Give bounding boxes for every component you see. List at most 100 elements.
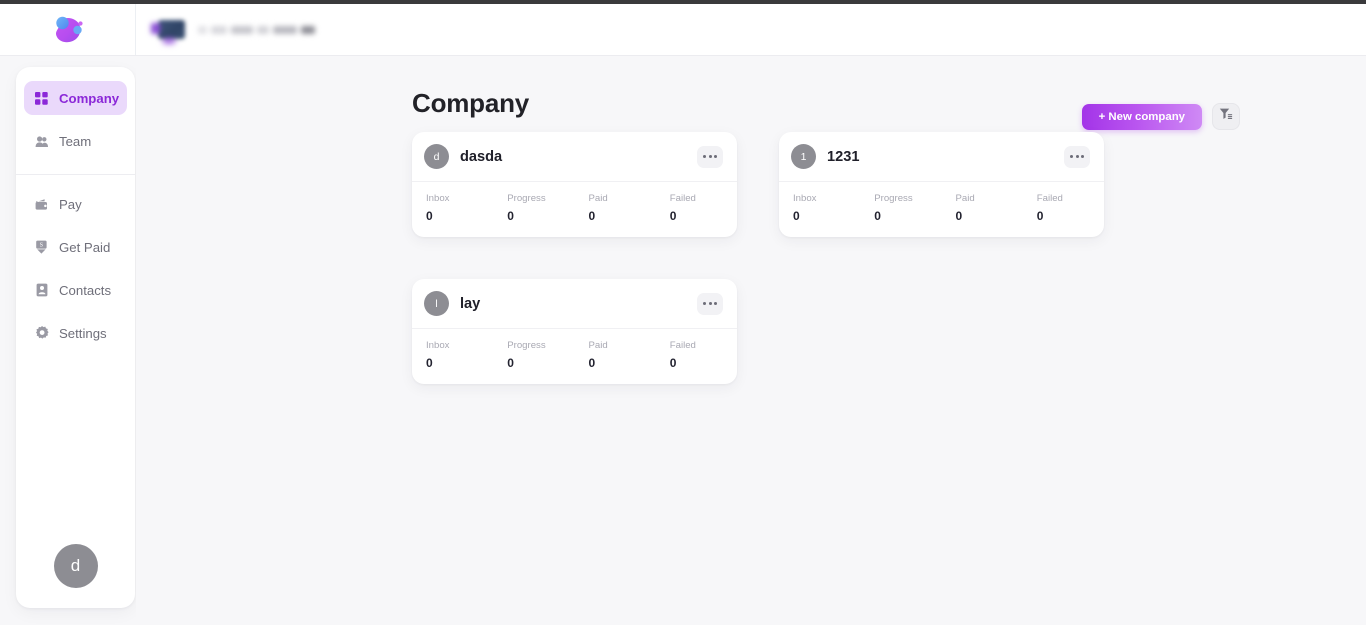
company-card-menu-button[interactable] bbox=[697, 145, 723, 168]
stat-paid: Paid 0 bbox=[942, 193, 1023, 223]
ellipsis-icon bbox=[708, 155, 712, 158]
stat-value: 0 bbox=[426, 209, 433, 223]
new-company-button[interactable]: + New company bbox=[1081, 103, 1202, 130]
company-stats: Inbox 0 Progress 0 Paid 0 Failed 0 bbox=[412, 182, 737, 237]
stat-paid: Paid 0 bbox=[575, 193, 656, 223]
company-cards-grid: d dasda Inbox 0 Progress 0 Paid 0 Failed… bbox=[412, 132, 1104, 384]
stat-inbox: Inbox 0 bbox=[779, 193, 860, 223]
stat-label: Inbox bbox=[426, 193, 450, 204]
stat-label: Paid bbox=[588, 193, 608, 204]
money-download-icon: S bbox=[34, 240, 49, 255]
stat-paid: Paid 0 bbox=[575, 340, 656, 370]
stat-label: Inbox bbox=[426, 340, 450, 351]
stat-inbox: Inbox 0 bbox=[412, 193, 493, 223]
stat-label: Failed bbox=[669, 340, 696, 351]
company-card-header: 1 1231 bbox=[779, 132, 1104, 182]
stat-value: 0 bbox=[588, 356, 596, 370]
company-name: 1231 bbox=[827, 148, 860, 165]
stat-label: Paid bbox=[588, 340, 608, 351]
ellipsis-icon bbox=[708, 302, 712, 305]
wallet-icon bbox=[34, 197, 49, 212]
stat-value: 0 bbox=[507, 356, 514, 370]
stat-failed: Failed 0 bbox=[656, 193, 737, 223]
ellipsis-icon bbox=[703, 302, 706, 305]
sidebar-item-company[interactable]: Company bbox=[24, 81, 127, 115]
stat-label: Progress bbox=[507, 193, 546, 204]
stat-value: 0 bbox=[955, 209, 963, 223]
app-header bbox=[0, 4, 1366, 55]
people-icon bbox=[34, 134, 49, 149]
stat-value: 0 bbox=[507, 209, 514, 223]
organization-name-redacted bbox=[198, 25, 315, 34]
company-card-header: l lay bbox=[412, 279, 737, 329]
stat-value: 0 bbox=[669, 356, 677, 370]
stat-value: 0 bbox=[588, 209, 596, 223]
stat-label: Inbox bbox=[793, 193, 817, 204]
user-avatar[interactable]: d bbox=[53, 544, 98, 588]
stat-progress: Progress 0 bbox=[860, 193, 941, 223]
sidebar-group-secondary: Pay S Get Paid Contacts Settings bbox=[16, 187, 135, 359]
stat-label: Progress bbox=[874, 193, 913, 204]
stat-value: 0 bbox=[793, 209, 800, 223]
sidebar-group-primary: Company Team bbox=[16, 81, 135, 167]
organization-logo-icon bbox=[158, 20, 185, 39]
abstract-blob-logo-icon bbox=[49, 13, 87, 47]
company-stats: Inbox 0 Progress 0 Paid 0 Failed 0 bbox=[779, 182, 1104, 237]
page-title: Company bbox=[412, 88, 530, 118]
stat-label: Paid bbox=[955, 193, 975, 204]
filter-funnel-icon bbox=[1219, 107, 1233, 126]
ellipsis-icon bbox=[714, 302, 717, 305]
stat-progress: Progress 0 bbox=[493, 193, 574, 223]
stat-value: 0 bbox=[669, 209, 677, 223]
stat-failed: Failed 0 bbox=[1023, 193, 1104, 223]
grid-icon bbox=[34, 91, 49, 106]
stat-inbox: Inbox 0 bbox=[412, 340, 493, 370]
company-card[interactable]: 1 1231 Inbox 0 Progress 0 Paid 0 Failed … bbox=[779, 132, 1104, 237]
stat-value: 0 bbox=[874, 209, 881, 223]
page-header: Company + New company bbox=[412, 78, 1240, 130]
sidebar-item-get-paid[interactable]: S Get Paid bbox=[24, 230, 127, 264]
sidebar-item-label: Settings bbox=[59, 325, 107, 341]
company-avatar: 1 bbox=[791, 144, 816, 169]
company-stats: Inbox 0 Progress 0 Paid 0 Failed 0 bbox=[412, 329, 737, 384]
company-card-menu-button[interactable] bbox=[1064, 145, 1090, 168]
svg-text:S: S bbox=[40, 241, 44, 248]
sidebar-item-settings[interactable]: Settings bbox=[24, 316, 127, 350]
ellipsis-icon bbox=[714, 155, 717, 158]
app-logo[interactable] bbox=[0, 4, 136, 55]
organization-identity[interactable] bbox=[136, 4, 315, 55]
company-card[interactable]: l lay Inbox 0 Progress 0 Paid 0 Failed 0 bbox=[412, 279, 737, 384]
company-card-header: d dasda bbox=[412, 132, 737, 182]
sidebar-item-label: Get Paid bbox=[59, 239, 111, 255]
sidebar-item-contacts[interactable]: Contacts bbox=[24, 273, 127, 307]
ellipsis-icon bbox=[703, 155, 706, 158]
stat-value: 0 bbox=[426, 356, 433, 370]
ellipsis-icon bbox=[1070, 155, 1073, 158]
sidebar-item-label: Team bbox=[59, 133, 92, 149]
page-actions: + New company bbox=[1081, 103, 1240, 130]
company-name: lay bbox=[460, 295, 481, 312]
ellipsis-icon bbox=[1081, 155, 1084, 158]
stat-label: Progress bbox=[507, 340, 546, 351]
stat-value: 0 bbox=[1036, 209, 1044, 223]
sidebar-item-team[interactable]: Team bbox=[24, 124, 127, 158]
sidebar-divider bbox=[16, 174, 135, 175]
gear-icon bbox=[34, 326, 49, 341]
stat-progress: Progress 0 bbox=[493, 340, 574, 370]
contact-card-icon bbox=[34, 283, 49, 298]
company-card-menu-button[interactable] bbox=[697, 292, 723, 315]
company-avatar: l bbox=[424, 291, 449, 316]
stat-label: Failed bbox=[669, 193, 696, 204]
sidebar: Company Team Pay S Get Paid Contacts Set… bbox=[16, 67, 135, 608]
ellipsis-icon bbox=[1075, 155, 1079, 158]
company-card[interactable]: d dasda Inbox 0 Progress 0 Paid 0 Failed… bbox=[412, 132, 737, 237]
filter-button[interactable] bbox=[1212, 103, 1240, 130]
company-avatar: d bbox=[424, 144, 449, 169]
sidebar-item-pay[interactable]: Pay bbox=[24, 187, 127, 221]
company-name: dasda bbox=[460, 148, 503, 165]
main-content: Company + New company d dasda Inbox 0 Pr… bbox=[136, 56, 1366, 625]
stat-failed: Failed 0 bbox=[656, 340, 737, 370]
sidebar-item-label: Contacts bbox=[59, 282, 112, 298]
stat-label: Failed bbox=[1036, 193, 1063, 204]
